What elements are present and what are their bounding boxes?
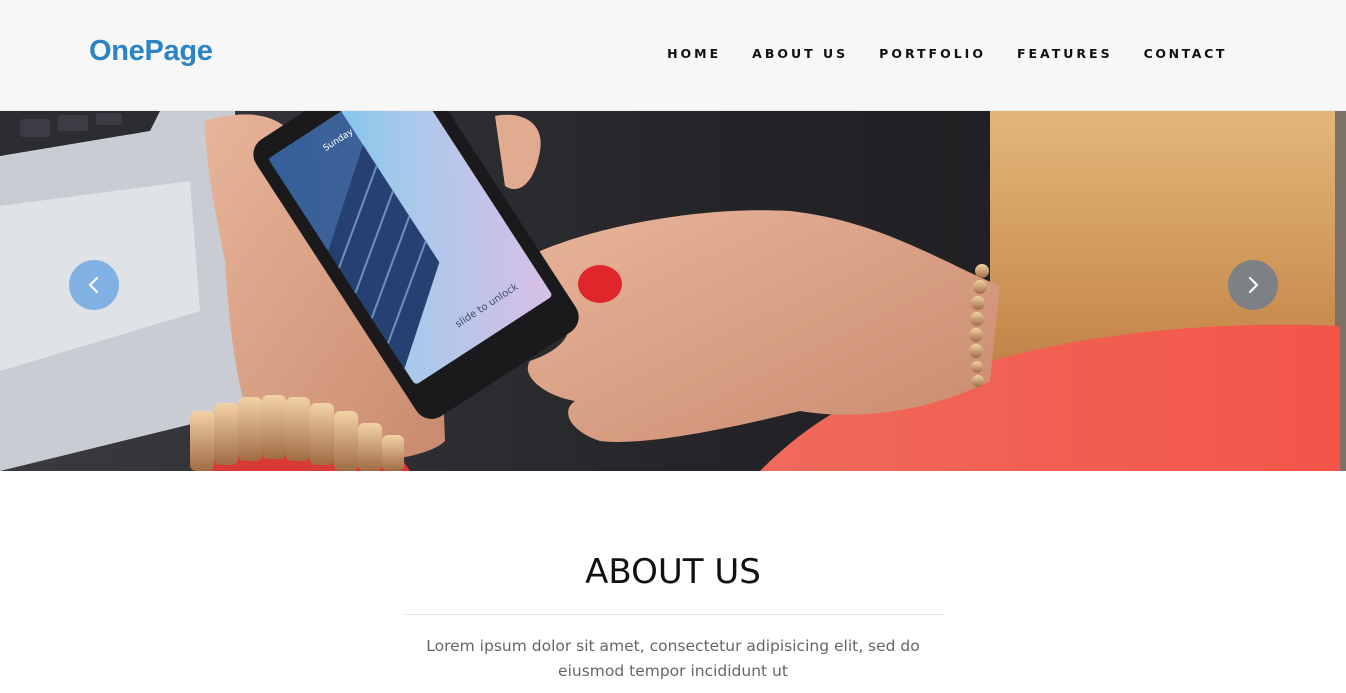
nav-item-about-us[interactable]: ABOUT US xyxy=(752,46,848,61)
brand-logo[interactable]: OnePage xyxy=(89,32,213,70)
about-description: Lorem ipsum dolor sit amet, consectetur … xyxy=(426,637,920,680)
carousel-prev-button[interactable] xyxy=(69,260,119,310)
nav-item-features[interactable]: FEATURES xyxy=(1017,46,1113,61)
about-title: ABOUT US xyxy=(585,552,761,592)
section-divider xyxy=(404,614,944,615)
nav-item-contact[interactable]: CONTACT xyxy=(1144,46,1227,61)
site-header: OnePage HOME ABOUT US PORTFOLIO FEATURES… xyxy=(0,0,1346,111)
main-navigation: HOME ABOUT US PORTFOLIO FEATURES CONTACT xyxy=(636,45,1227,63)
chevron-right-icon xyxy=(1248,276,1259,294)
hero-carousel: Sunday slide to unlock xyxy=(0,111,1346,471)
carousel-next-button[interactable] xyxy=(1228,260,1278,310)
hero-slide-image: Sunday slide to unlock xyxy=(0,111,1346,471)
nav-item-home[interactable]: HOME xyxy=(667,46,721,61)
about-section: ABOUT US Lorem ipsum dolor sit amet, con… xyxy=(0,471,1346,693)
chevron-left-icon xyxy=(88,276,99,294)
nav-item-portfolio[interactable]: PORTFOLIO xyxy=(879,46,986,61)
